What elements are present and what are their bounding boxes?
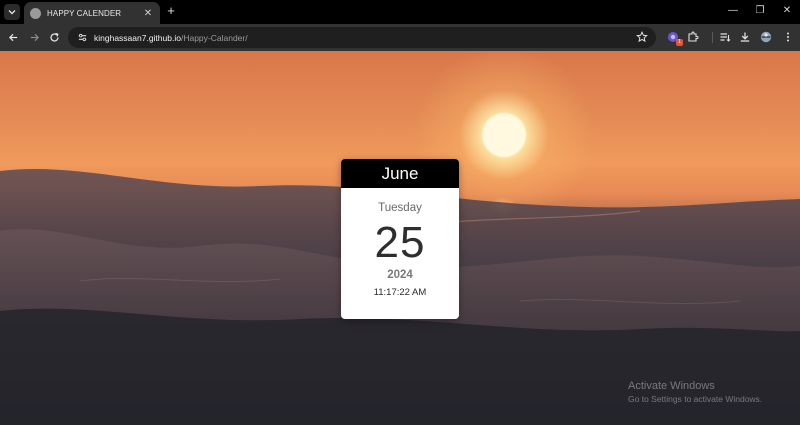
calendar-time: 11:17:22 AM — [373, 287, 427, 298]
globe-icon — [30, 7, 41, 19]
calendar-month: June — [341, 159, 459, 188]
profile-avatar-icon[interactable] — [759, 30, 773, 44]
forward-icon[interactable] — [27, 30, 41, 44]
menu-kebab-icon[interactable] — [781, 30, 795, 44]
watermark-title: Activate Windows — [628, 380, 715, 392]
site-info-icon[interactable] — [76, 32, 88, 44]
tab-strip: HAPPY CALENDER ✕ + — ❐ ✕ — [0, 0, 800, 24]
tab-title: HAPPY CALENDER — [47, 8, 122, 18]
new-tab-button[interactable]: + — [164, 4, 178, 18]
calendar-date: 25 — [374, 218, 426, 267]
minimize-button[interactable]: — — [726, 4, 740, 18]
watermark-subtitle: Go to Settings to activate Windows. — [628, 394, 763, 404]
bookmark-star-icon[interactable] — [636, 31, 648, 43]
restore-button[interactable]: ❐ — [753, 4, 767, 18]
calendar-card: June Tuesday 25 2024 11:17:22 AM — [341, 159, 459, 319]
url-text: kinghassaan7.github.io/Happy-Calander/ — [94, 33, 248, 43]
extensions-puzzle-icon[interactable] — [686, 30, 700, 44]
activate-windows-watermark: Activate Windows Go to Settings to activ… — [628, 380, 762, 404]
page-viewport: June Tuesday 25 2024 11:17:22 AM Activat… — [0, 51, 800, 425]
back-icon[interactable] — [6, 30, 20, 44]
address-bar[interactable]: kinghassaan7.github.io/Happy-Calander/ — [68, 27, 656, 48]
extension-profile-icon[interactable]: 1 — [666, 30, 683, 46]
calendar-year: 2024 — [387, 269, 413, 281]
tab-close-icon[interactable]: ✕ — [142, 8, 154, 19]
extension-badge: 1 — [676, 39, 683, 46]
calendar-weekday: Tuesday — [378, 202, 422, 214]
tab-happy-calender[interactable]: HAPPY CALENDER ✕ — [24, 2, 160, 24]
reading-list-icon[interactable] — [718, 30, 732, 44]
browser-toolbar: kinghassaan7.github.io/Happy-Calander/ 1 — [0, 24, 800, 51]
download-icon[interactable] — [738, 30, 752, 44]
reload-icon[interactable] — [47, 30, 61, 44]
toolbar-separator — [712, 32, 713, 43]
url-path: /Happy-Calander/ — [180, 32, 248, 43]
url-host: kinghassaan7.github.io — [94, 32, 181, 43]
close-window-button[interactable]: ✕ — [780, 4, 794, 18]
tab-search-icon[interactable] — [4, 4, 20, 20]
